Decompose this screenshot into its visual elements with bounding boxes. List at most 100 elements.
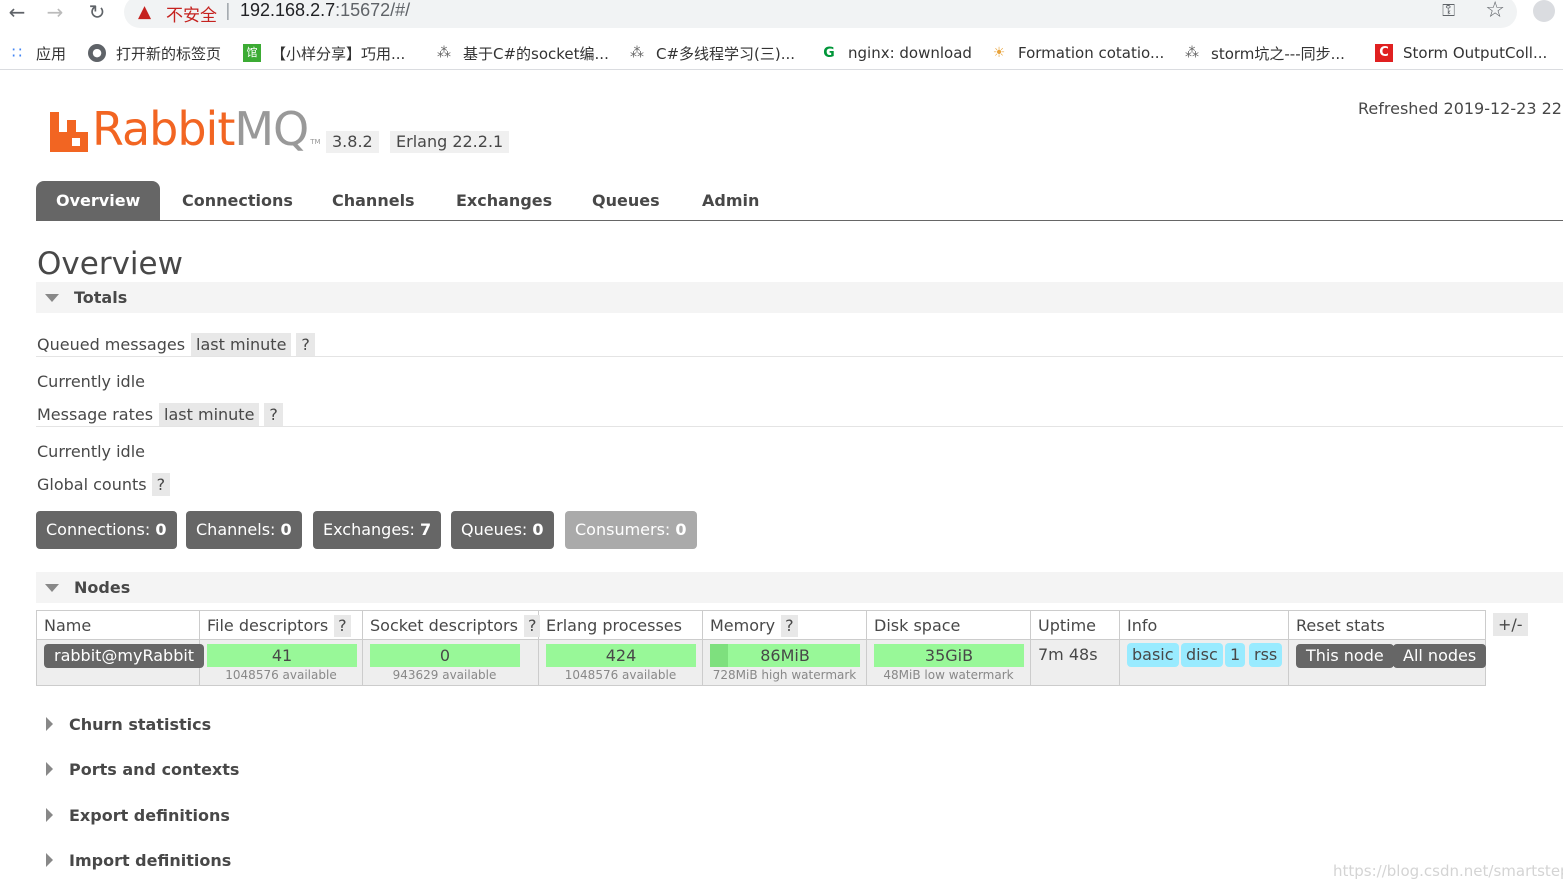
- rabbitmq-logo-icon: [50, 112, 88, 152]
- section-title: Export definitions: [69, 805, 230, 825]
- url-path: :15672/#/: [335, 0, 411, 20]
- reset-stats-cell: This node All nodes: [1289, 640, 1487, 685]
- help-icon[interactable]: ?: [151, 473, 171, 496]
- ports-contexts-section[interactable]: Ports and contexts: [46, 757, 239, 781]
- col-file-descriptors[interactable]: File descriptors?: [200, 611, 363, 640]
- uptime-value: 7m 48s: [1038, 645, 1098, 664]
- expand-icon: [46, 717, 53, 731]
- col-info[interactable]: Info: [1120, 611, 1289, 640]
- queues-count-button[interactable]: Queues: 0: [451, 511, 554, 549]
- info-badge-basic: basic: [1127, 643, 1179, 667]
- col-memory[interactable]: Memory?: [703, 611, 867, 640]
- globe-icon: ●: [88, 44, 106, 62]
- divider: [36, 356, 1563, 357]
- bookmark-threading[interactable]: ⁂ C#多线程学习(三)...: [628, 42, 795, 64]
- import-definitions-section[interactable]: Import definitions: [46, 848, 231, 872]
- socket-descriptors-cell: 0 943629 available: [363, 640, 539, 685]
- bookmark-label: 基于C#的socket编...: [463, 44, 609, 63]
- erlang-version-badge: Erlang 22.2.1: [390, 131, 510, 153]
- key-icon[interactable]: ⚿: [1442, 1, 1455, 21]
- range-selector[interactable]: last minute: [191, 333, 292, 356]
- nginx-icon: G: [823, 45, 835, 61]
- tab-overview[interactable]: Overview: [36, 181, 161, 221]
- bookmark-xiaoyang[interactable]: 馆 【小样分享】巧用...: [243, 42, 405, 64]
- divider: [36, 426, 1563, 427]
- expand-icon: [46, 808, 53, 822]
- url-separator: |: [225, 1, 231, 21]
- help-icon[interactable]: ?: [296, 333, 315, 356]
- tab-connections[interactable]: Connections: [162, 181, 313, 221]
- node-name-cell: rabbit@myRabbit: [37, 640, 205, 685]
- disk-space-cell: 35GiB 48MiB low watermark: [867, 640, 1031, 685]
- help-icon[interactable]: ?: [334, 614, 351, 637]
- file-descriptors-available: 1048576 available: [225, 668, 337, 682]
- toggle-columns-button[interactable]: +/-: [1493, 613, 1528, 636]
- formation-icon: ☀: [992, 45, 1006, 61]
- connections-count-button[interactable]: Connections: 0: [36, 511, 177, 549]
- star-icon[interactable]: ☆: [1485, 0, 1505, 23]
- memory-watermark: 728MiB high watermark: [712, 668, 857, 682]
- collapse-icon: [45, 583, 59, 592]
- channels-count-button[interactable]: Channels: 0: [186, 511, 302, 549]
- refreshed-timestamp[interactable]: Refreshed 2019-12-23 22:1: [1358, 99, 1563, 118]
- info-cell: basic disc 1 rss: [1120, 640, 1289, 685]
- rates-idle-text: Currently idle: [37, 442, 145, 461]
- socket-descriptors-meter: 0: [370, 644, 520, 667]
- collapse-icon: [45, 293, 59, 302]
- col-disk-space[interactable]: Disk space: [867, 611, 1031, 640]
- col-uptime[interactable]: Uptime: [1031, 611, 1120, 640]
- socket-descriptors-available: 943629 available: [392, 668, 497, 682]
- bookmark-label: 应用: [36, 44, 67, 63]
- consumers-count-button[interactable]: Consumers: 0: [565, 511, 697, 549]
- tab-channels[interactable]: Channels: [312, 181, 435, 221]
- tab-admin[interactable]: Admin: [682, 181, 779, 221]
- tab-exchanges[interactable]: Exchanges: [436, 181, 572, 221]
- bookmark-label: storm坑之---同步...: [1211, 44, 1345, 63]
- bookmark-label: nginx: download: [848, 44, 972, 62]
- nodes-section-header[interactable]: Nodes: [36, 572, 1563, 603]
- reset-this-node-button[interactable]: This node: [1296, 644, 1394, 668]
- memory-cell: 86MiB 728MiB high watermark: [703, 640, 867, 685]
- node-name-button[interactable]: rabbit@myRabbit: [44, 644, 205, 668]
- bookmark-apps[interactable]: ∷ 应用: [8, 42, 66, 64]
- back-icon[interactable]: ←: [4, 0, 30, 26]
- csdn-icon: ⁂: [1185, 45, 1199, 61]
- file-descriptors-meter: 41: [207, 644, 357, 667]
- address-bar[interactable]: ▲ 不安全 | 192.168.2.7:15672/#/ ⚿ ☆: [124, 0, 1517, 28]
- profile-icon[interactable]: [1533, 0, 1555, 22]
- url-text[interactable]: 192.168.2.7:15672/#/: [240, 0, 410, 21]
- export-definitions-section[interactable]: Export definitions: [46, 803, 230, 827]
- col-erlang-processes[interactable]: Erlang processes: [539, 611, 703, 640]
- bookmark-socket[interactable]: ⁂ 基于C#的socket编...: [435, 42, 609, 64]
- bookmark-formation[interactable]: ☀ Formation cotatio...: [990, 42, 1165, 64]
- col-socket-descriptors[interactable]: Socket descriptors?: [363, 611, 541, 640]
- bookmark-storm-output[interactable]: C Storm OutputColl...: [1375, 42, 1547, 64]
- forward-icon[interactable]: →: [42, 0, 68, 26]
- col-reset-stats[interactable]: Reset stats: [1289, 611, 1485, 640]
- version-badge: 3.8.2: [326, 131, 379, 153]
- bookmark-new-tab[interactable]: ● 打开新的标签页: [88, 42, 221, 64]
- section-title: Churn statistics: [69, 714, 212, 734]
- warning-icon: ▲: [138, 2, 152, 22]
- range-selector[interactable]: last minute: [159, 403, 260, 426]
- help-icon[interactable]: ?: [781, 614, 798, 637]
- browser-toolbar: ← → ↻ ▲ 不安全 | 192.168.2.7:15672/#/ ⚿ ☆: [0, 0, 1563, 30]
- help-icon[interactable]: ?: [264, 403, 283, 426]
- help-icon[interactable]: ?: [523, 614, 541, 637]
- totals-section-header[interactable]: Totals: [36, 282, 1563, 313]
- col-name[interactable]: Name: [37, 611, 200, 640]
- bookmark-storm-sync[interactable]: ⁂ storm坑之---同步...: [1183, 42, 1345, 64]
- section-title: Ports and contexts: [69, 759, 240, 779]
- disk-space-watermark: 48MiB low watermark: [883, 668, 1014, 682]
- tab-queues[interactable]: Queues: [572, 181, 680, 221]
- global-counts-label: Global counts: [37, 475, 147, 494]
- churn-statistics-section[interactable]: Churn statistics: [46, 712, 211, 736]
- reset-all-nodes-button[interactable]: All nodes: [1393, 644, 1487, 668]
- exchanges-count-button[interactable]: Exchanges: 7: [313, 511, 442, 549]
- bookmark-label: Formation cotatio...: [1018, 44, 1165, 62]
- reload-icon[interactable]: ↻: [84, 0, 110, 26]
- rabbitmq-logo[interactable]: RabbitMQ TM: [50, 106, 321, 152]
- storm-icon: C: [1375, 44, 1393, 62]
- queued-messages-label: Queued messages: [37, 335, 186, 354]
- bookmark-nginx[interactable]: G nginx: download: [820, 42, 972, 64]
